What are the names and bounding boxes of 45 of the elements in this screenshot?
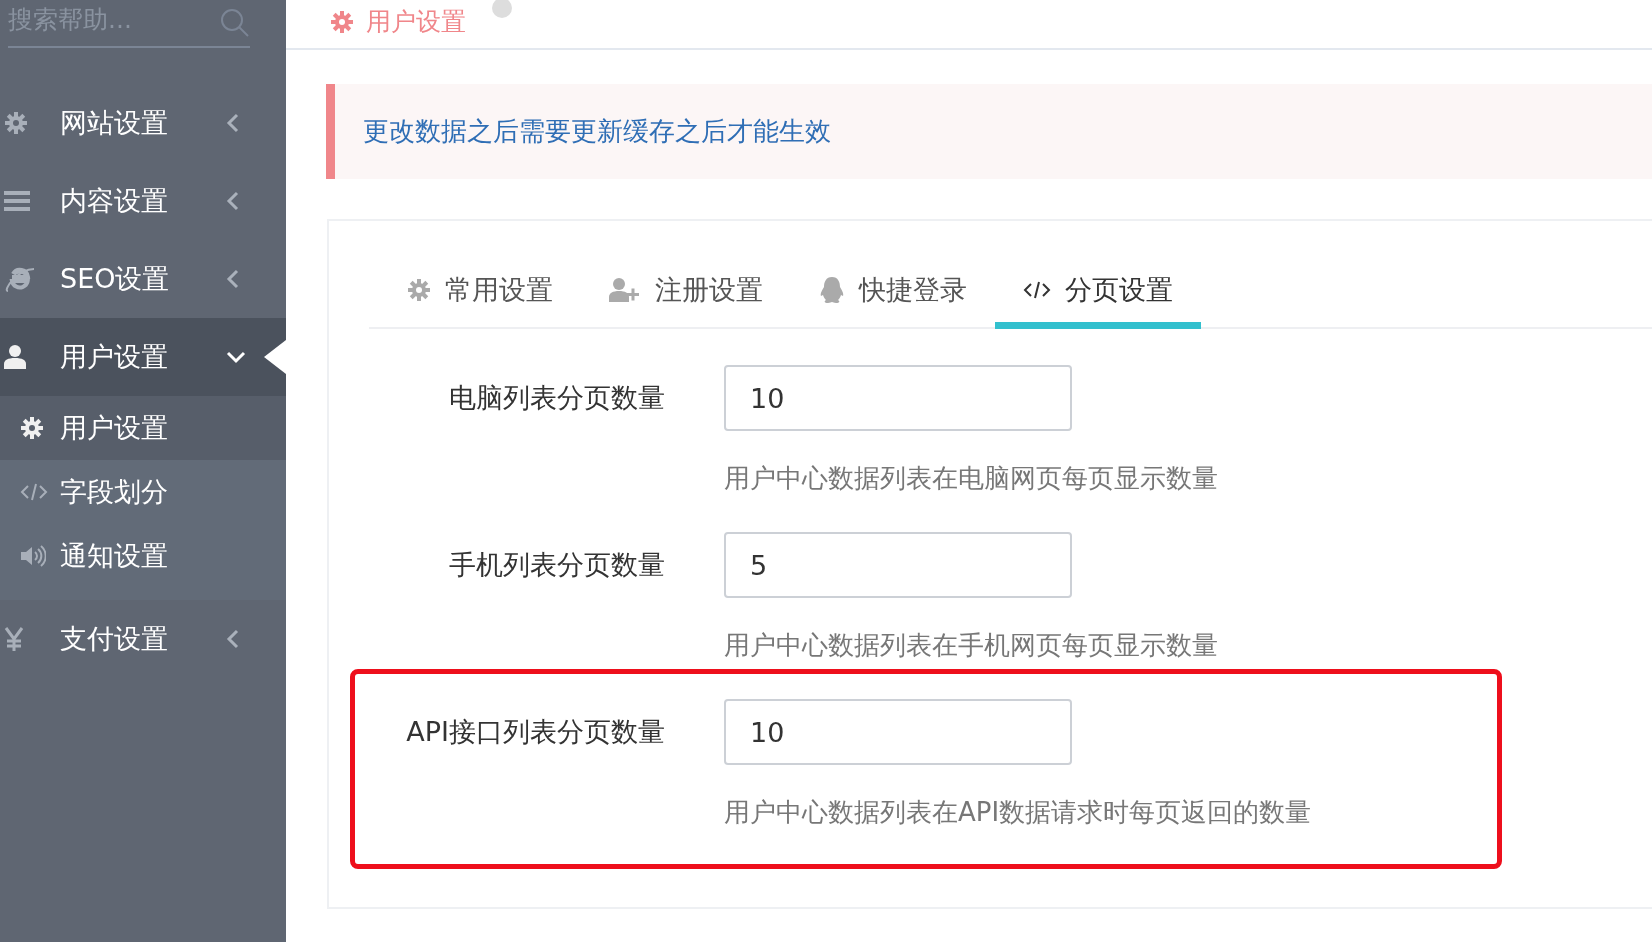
help-text: 用户中心数据列表在手机网页每页显示数量 [724, 629, 1219, 662]
tab[interactable]: 注册设置 [581, 257, 791, 329]
code-icon [20, 482, 48, 502]
submenu-item[interactable]: 用户设置 [0, 396, 286, 460]
tab[interactable]: 常用设置 [379, 257, 581, 329]
help-text: 用户中心数据列表在电脑网页每页显示数量 [724, 462, 1219, 495]
user-add-icon [609, 277, 641, 302]
search-icon [220, 8, 250, 38]
gear-icon [20, 416, 44, 440]
tab[interactable]: 分页设置 [995, 257, 1201, 329]
status-dot-icon [492, 0, 512, 18]
menu-icon [4, 190, 30, 212]
code-icon [1023, 279, 1051, 300]
sidebar-item[interactable]: 支付设置 [0, 600, 286, 678]
sidebar-item-label: 支付设置 [60, 622, 169, 656]
gear-icon [407, 277, 431, 302]
field-label: API接口列表分页数量 [406, 715, 665, 749]
field-label: 手机列表分页数量 [449, 548, 665, 582]
input-field[interactable]: 10 [724, 699, 1072, 765]
sidebar-item-label: 网站设置 [60, 106, 169, 140]
penguin-icon [819, 275, 845, 304]
sidebar-item[interactable]: 网站设置 [0, 84, 286, 162]
submenu-item-label: 用户设置 [60, 411, 168, 445]
sidebar-item-label: 内容设置 [60, 184, 169, 218]
input-field[interactable]: 5 [724, 532, 1072, 598]
submenu-item-label: 字段划分 [60, 475, 168, 509]
sidebar-item[interactable]: 内容设置 [0, 162, 286, 240]
speaker-icon [20, 545, 46, 567]
submenu-item-label: 通知设置 [60, 539, 168, 573]
yen-icon [4, 627, 24, 651]
submenu-item[interactable]: 字段划分 [0, 460, 286, 524]
gear-icon [330, 9, 354, 34]
tab[interactable]: 快捷登录 [791, 257, 995, 329]
field-label: 电脑列表分页数量 [449, 381, 665, 415]
sidebar-item-label: 用户设置 [60, 340, 169, 374]
help-text: 用户中心数据列表在API数据请求时每页返回的数量 [724, 796, 1313, 829]
user-icon [4, 345, 26, 369]
sidebar-item-label: SEO设置 [60, 262, 171, 296]
alert-text: 更改数据之后需要更新缓存之后才能生效 [363, 115, 831, 148]
gear-icon [4, 111, 28, 135]
sidebar-item[interactable]: SEO设置 [0, 240, 286, 318]
submenu-item[interactable]: 通知设置 [0, 524, 286, 588]
sidebar-item[interactable]: 用户设置 [0, 318, 286, 396]
input-field[interactable]: 10 [724, 365, 1072, 431]
e-logo-icon [4, 265, 36, 293]
